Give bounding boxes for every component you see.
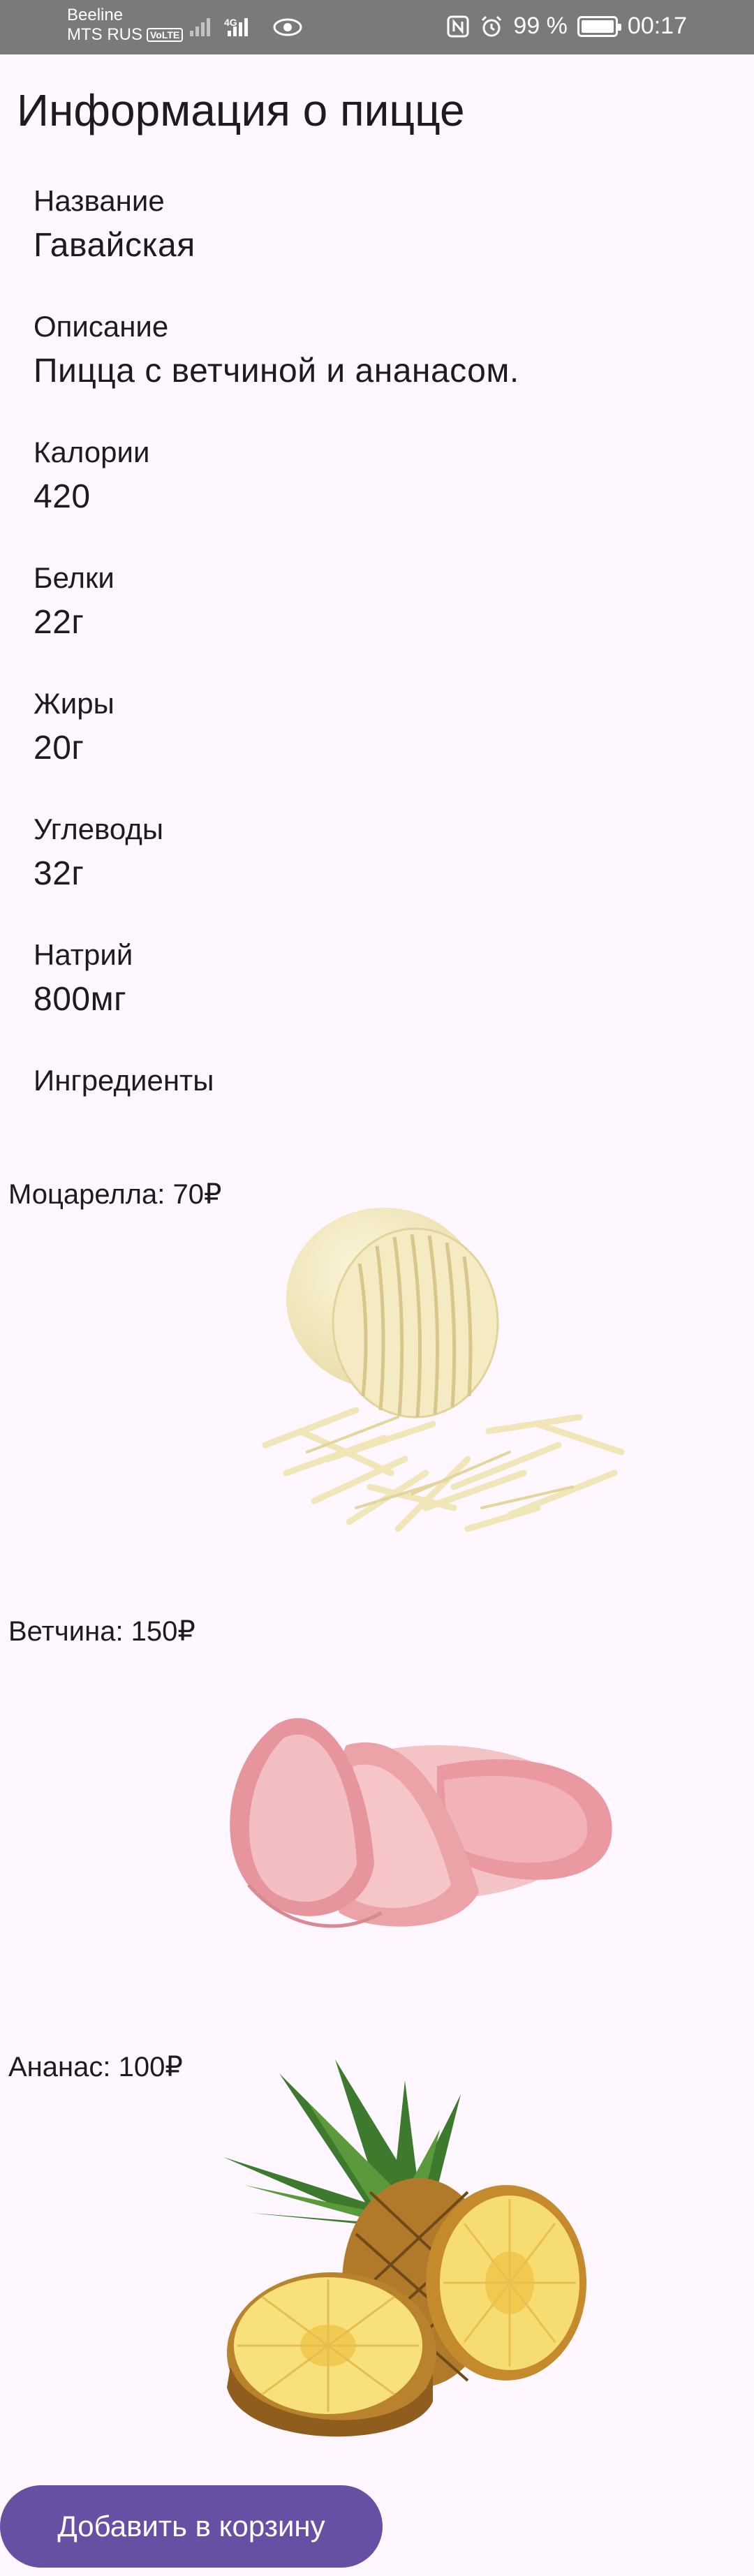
field-sodium: Натрий 800мг bbox=[34, 937, 133, 1021]
field-label: Натрий bbox=[34, 938, 133, 971]
status-bar: Beeline MTS RUS VoLTE 4G 99 % 00:17 bbox=[0, 0, 754, 54]
alarm-icon bbox=[482, 15, 502, 36]
battery-icon bbox=[577, 15, 621, 37]
field-value: Пицца с ветчиной и ананасом. bbox=[34, 353, 519, 390]
volte-badge: VoLTE bbox=[147, 28, 184, 42]
field-value: 800мг bbox=[34, 981, 127, 1018]
field-fats: Жиры 20г bbox=[34, 686, 114, 769]
field-ingredients: Ингредиенты bbox=[34, 1063, 214, 1099]
field-value: 420 bbox=[34, 478, 91, 515]
ham-image bbox=[230, 1718, 612, 1928]
ingredient-caption: Моцарелла: 70₽ bbox=[8, 1179, 222, 1210]
pineapple-image bbox=[223, 2059, 586, 2437]
ingredient-caption: Ветчина: 150₽ bbox=[8, 1616, 195, 1647]
field-value: 32г bbox=[34, 855, 84, 892]
signal-icon bbox=[190, 15, 210, 36]
field-label: Жиры bbox=[34, 687, 114, 720]
field-label: Белки bbox=[34, 561, 114, 594]
network-type: 4G bbox=[224, 17, 237, 28]
field-label: Описание bbox=[34, 310, 169, 343]
nfc-icon bbox=[447, 15, 469, 37]
field-value: Гавайская bbox=[34, 227, 195, 264]
field-value: 22г bbox=[34, 604, 84, 641]
carrier-top: Beeline bbox=[67, 6, 124, 24]
field-value: 20г bbox=[34, 730, 84, 767]
carrier-bottom: MTS RUS bbox=[67, 25, 142, 44]
field-name: Название Гавайская bbox=[34, 183, 195, 267]
field-description: Описание Пицца с ветчиной и ананасом. bbox=[34, 309, 519, 392]
field-proteins: Белки 22г bbox=[34, 560, 114, 644]
battery-percent: 99 % bbox=[513, 13, 568, 39]
carrier-info: Beeline MTS RUS VoLTE bbox=[67, 6, 184, 45]
ingredient-caption: Ананас: 100₽ bbox=[8, 2052, 183, 2082]
page-title: Информация о пицце bbox=[17, 85, 465, 135]
clock: 00:17 bbox=[627, 13, 687, 39]
field-label: Ингредиенты bbox=[34, 1064, 214, 1097]
field-label: Название bbox=[34, 184, 165, 217]
signal-indicators: 4G bbox=[190, 15, 248, 36]
field-label: Калории bbox=[34, 436, 150, 468]
field-label: Углеводы bbox=[34, 813, 164, 845]
add-to-cart-button[interactable]: Добавить в корзину bbox=[0, 2485, 383, 2568]
field-calories: Калории 420 bbox=[34, 434, 149, 518]
mozzarella-image bbox=[262, 1208, 625, 1532]
field-carbs: Углеводы 32г bbox=[34, 811, 163, 895]
eye-icon bbox=[273, 18, 302, 36]
